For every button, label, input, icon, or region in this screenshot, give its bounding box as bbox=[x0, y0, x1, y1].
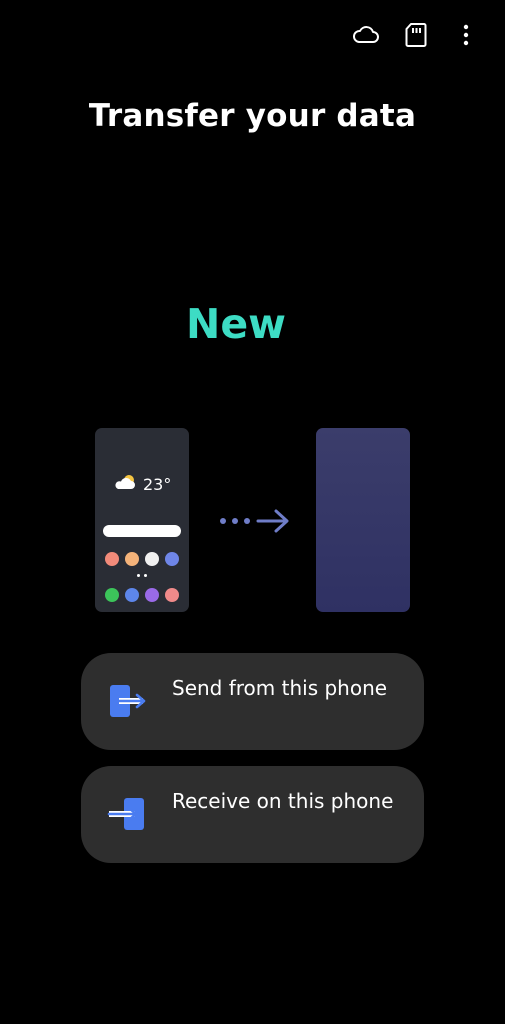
app-icon bbox=[125, 588, 139, 602]
app-icon bbox=[125, 552, 139, 566]
new-device-label: New bbox=[186, 300, 286, 348]
cloud-icon[interactable] bbox=[351, 20, 381, 50]
page-indicator-dot bbox=[137, 574, 140, 577]
page-indicator-dot bbox=[144, 574, 147, 577]
old-phone-illustration: 23° bbox=[95, 428, 189, 612]
send-from-this-phone-button[interactable]: Send from this phone bbox=[81, 653, 424, 750]
page-title: Transfer your data bbox=[88, 98, 417, 134]
send-icon bbox=[107, 683, 149, 721]
weather-icon bbox=[113, 472, 139, 497]
app-icon bbox=[105, 588, 119, 602]
top-actions bbox=[351, 20, 481, 50]
send-label: Send from this phone bbox=[172, 676, 388, 700]
app-icon bbox=[165, 552, 179, 566]
sd-card-icon[interactable] bbox=[401, 20, 431, 50]
weather-temperature: 23° bbox=[143, 475, 172, 494]
receive-on-this-phone-button[interactable]: Receive on this phone bbox=[81, 766, 424, 863]
new-phone-illustration bbox=[316, 428, 410, 612]
transfer-arrow-icon bbox=[218, 508, 290, 539]
receive-icon bbox=[107, 796, 149, 834]
app-icon bbox=[145, 588, 159, 602]
more-options-icon[interactable] bbox=[451, 20, 481, 50]
widget-bar bbox=[103, 525, 181, 537]
app-icon bbox=[165, 588, 179, 602]
weather-widget: 23° bbox=[113, 472, 171, 497]
app-icon bbox=[105, 552, 119, 566]
app-icon bbox=[145, 552, 159, 566]
receive-label: Receive on this phone bbox=[172, 789, 394, 813]
